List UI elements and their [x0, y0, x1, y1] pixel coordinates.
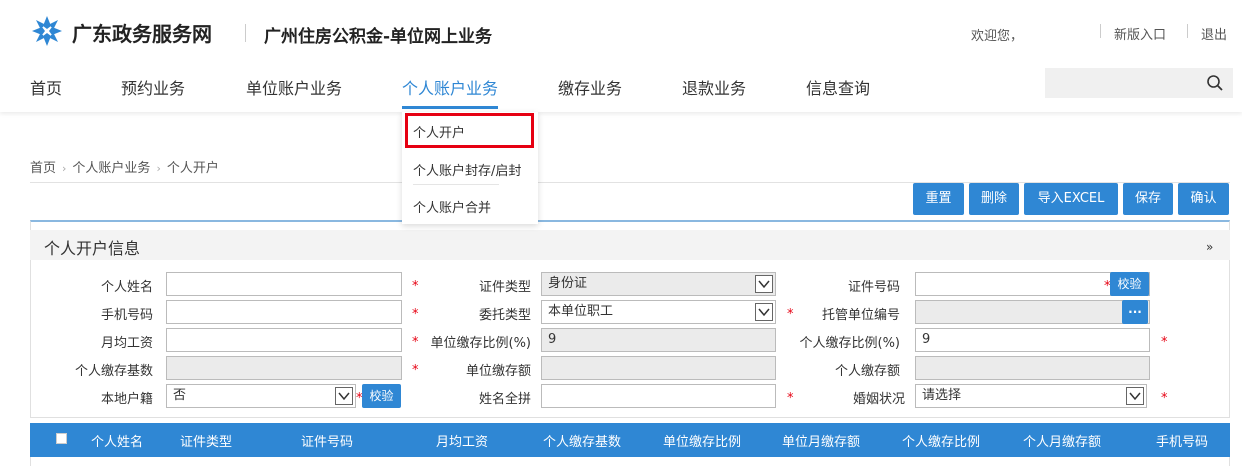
verify-local-button[interactable]: 校验 [362, 384, 401, 408]
pinyin-input[interactable] [541, 384, 776, 408]
person-amount-input[interactable] [915, 356, 1150, 380]
nav-home[interactable]: 首页 [30, 75, 62, 99]
nav-deposit[interactable]: 缴存业务 [558, 75, 622, 99]
column-header-base[interactable]: 个人缴存基数 [543, 431, 621, 450]
marriage-select[interactable]: 请选择 [915, 384, 1147, 408]
marriage-label: 婚姻状况 [852, 392, 905, 407]
chevron-down-icon [1126, 387, 1144, 405]
unit-amount-label: 单位缴存额 [465, 364, 531, 379]
salary-label: 月均工资 [100, 336, 153, 351]
chevron-right-icon: › [156, 162, 161, 175]
local-value: 否 [173, 388, 187, 403]
column-header-id-no[interactable]: 证件号码 [301, 431, 353, 450]
collapse-icon[interactable]: » [1206, 240, 1213, 254]
delete-button[interactable]: 删除 [969, 183, 1019, 215]
chevron-down-icon [755, 275, 773, 293]
nav-refund[interactable]: 退款业务 [682, 75, 746, 99]
phone-label: 手机号码 [100, 308, 153, 323]
column-header-person-amount[interactable]: 个人月缴存额 [1023, 431, 1101, 450]
required-mark: * [412, 335, 419, 350]
site-logo-icon [32, 16, 62, 46]
top-link-divider [1100, 24, 1101, 38]
custody-unit-label: 托管单位编号 [821, 308, 900, 323]
save-button[interactable]: 保存 [1123, 183, 1173, 215]
table-body [30, 457, 1230, 466]
required-mark: * [1161, 335, 1168, 350]
id-type-label: 证件类型 [478, 280, 531, 295]
nav-personal-account[interactable]: 个人账户业务 [402, 75, 498, 99]
search-icon[interactable] [1206, 74, 1224, 92]
column-header-person-ratio[interactable]: 个人缴存比例 [902, 431, 980, 450]
unit-ratio-label: 单位缴存比例(%) [430, 336, 532, 351]
reset-button[interactable]: 重置 [913, 183, 964, 215]
phone-input[interactable] [166, 300, 402, 324]
person-ratio-input[interactable]: 9 [915, 328, 1150, 352]
name-input[interactable] [166, 272, 402, 296]
nav-unit-account[interactable]: 单位账户业务 [246, 75, 342, 99]
import-excel-button[interactable]: 导入EXCEL [1024, 183, 1118, 215]
column-header-phone[interactable]: 手机号码 [1156, 431, 1208, 450]
salary-input[interactable] [166, 328, 402, 352]
marriage-value: 请选择 [922, 388, 962, 403]
chevron-right-icon: › [62, 162, 67, 175]
chevron-down-icon [335, 387, 353, 405]
base-input[interactable] [166, 356, 402, 380]
pinyin-label: 姓名全拼 [478, 392, 531, 407]
more-options-button[interactable]: ... [1122, 300, 1148, 324]
column-header-name[interactable]: 个人姓名 [91, 431, 143, 450]
nav-active-indicator [402, 106, 498, 109]
required-mark: * [1161, 391, 1168, 406]
top-link-divider [1187, 24, 1188, 38]
id-no-label: 证件号码 [847, 280, 900, 295]
welcome-text: 欢迎您， [971, 29, 1024, 44]
required-mark: * [412, 307, 419, 322]
breadcrumb-home[interactable]: 首页 [30, 157, 56, 176]
required-mark: * [412, 363, 419, 378]
id-type-value: 身份证 [548, 276, 588, 291]
panel-header [30, 230, 1230, 260]
title-divider [245, 24, 246, 42]
site-name: 广东政务服务网 [72, 22, 212, 46]
panel-title: 个人开户信息 [44, 239, 141, 258]
entrust-type-value: 本单位职工 [548, 304, 614, 319]
id-type-select[interactable]: 身份证 [541, 272, 776, 296]
entrust-type-label: 委托类型 [478, 308, 531, 323]
highlight-box [405, 113, 534, 148]
column-header-salary[interactable]: 月均工资 [436, 431, 488, 450]
column-header-id-type[interactable]: 证件类型 [180, 431, 232, 450]
nav-appointment[interactable]: 预约业务 [121, 75, 185, 99]
local-select[interactable]: 否 [166, 384, 356, 408]
person-amount-label: 个人缴存额 [834, 364, 900, 379]
column-header-unit-amount[interactable]: 单位月缴存额 [782, 431, 860, 450]
menu-divider [413, 184, 499, 185]
entrust-type-select[interactable]: 本单位职工 [541, 300, 776, 324]
select-all-checkbox[interactable] [56, 433, 67, 444]
verify-id-button[interactable]: 校验 [1110, 272, 1149, 296]
column-header-unit-ratio[interactable]: 单位缴存比例 [663, 431, 741, 450]
unit-amount-input[interactable] [541, 356, 776, 380]
menu-item-merge-account[interactable]: 个人账户合并 [413, 197, 491, 216]
unit-ratio-input[interactable]: 9 [541, 328, 776, 352]
system-title: 广州住房公积金-单位网上业务 [264, 27, 493, 47]
breadcrumb-personal-account[interactable]: 个人账户业务 [72, 157, 150, 176]
new-version-link[interactable]: 新版入口 [1114, 24, 1166, 43]
search-input[interactable] [1045, 68, 1233, 98]
name-label: 个人姓名 [100, 280, 153, 295]
chevron-down-icon [755, 303, 773, 321]
base-label: 个人缴存基数 [74, 364, 153, 379]
local-label: 本地户籍 [100, 392, 153, 407]
confirm-button[interactable]: 确认 [1178, 183, 1229, 215]
custody-unit-input[interactable] [915, 300, 1150, 324]
menu-item-seal-unseal[interactable]: 个人账户封存/启封 [413, 160, 521, 179]
person-ratio-label: 个人缴存比例(%) [799, 336, 901, 351]
breadcrumb: 首页 › 个人账户业务 › 个人开户 [30, 157, 219, 176]
breadcrumb-current: 个人开户 [166, 161, 219, 176]
nav-query[interactable]: 信息查询 [806, 75, 870, 99]
logout-link[interactable]: 退出 [1201, 24, 1227, 43]
required-mark: * [412, 279, 419, 294]
